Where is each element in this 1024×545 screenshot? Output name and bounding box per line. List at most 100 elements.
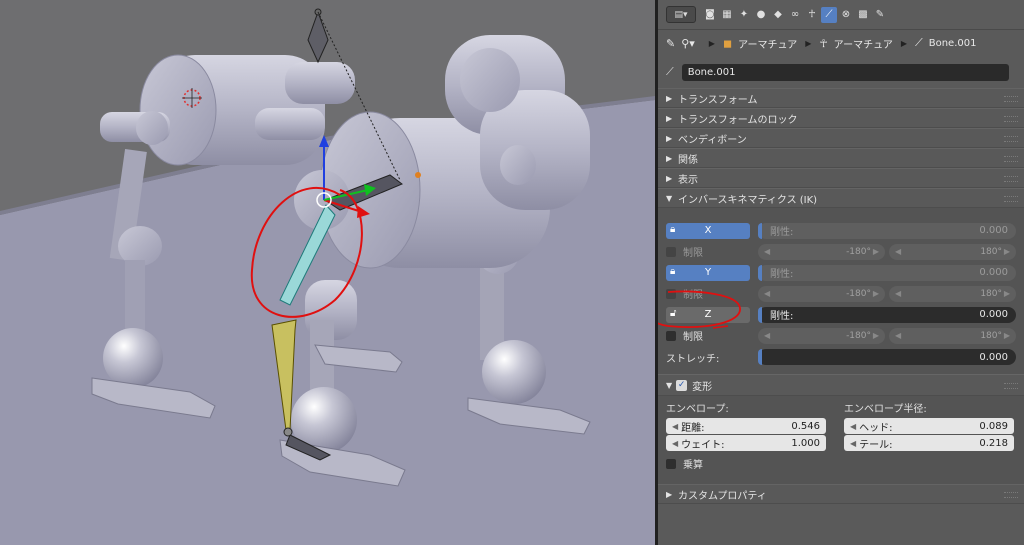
ik-stiffness-x-field[interactable]: 剛性: 0.000 [758,222,1016,239]
armature-object-icon: ⚲▾ [681,36,695,50]
chevron-left-icon: ◀ [764,331,771,340]
ik-stretch-row: ストレッチ: 0.000 [666,346,1016,368]
chevron-left-icon: ◀ [895,331,902,340]
chevron-left-icon: ◀ [672,438,679,448]
collapse-arrow-icon: ▼ [666,193,673,203]
bone-name-field[interactable]: Bone.001 [681,63,1009,81]
section-ik[interactable]: ▼ インバースキネマティクス (IK) [658,188,1024,208]
chevron-left-icon: ◀ [850,421,857,431]
bone-name-row: ⟋ Bone.001 [658,56,1024,88]
multiply-checkbox[interactable] [666,458,676,469]
drag-handle-icon[interactable] [1004,156,1018,162]
ik-stiffness-y-field[interactable]: 剛性: 0.000 [758,264,1016,281]
ik-lock-x-row: 🔒︎ X 剛性: 0.000 [666,220,1016,241]
expand-arrow-icon: ▶ [666,489,673,499]
chevron-left-icon: ◀ [895,247,902,256]
envelope-distance-field[interactable]: ◀ 距離: 0.546 [666,418,826,434]
properties-panel: ▤▾ ◙ ▦ ✦ ● ◆ ∞ ☥ ⟋ ⊗ ▩ ✎ ✎ ⚲▾ ▶ ◼ アーマチュア… [658,0,1024,545]
drag-handle-icon[interactable] [1004,116,1018,122]
layers-tab[interactable]: ▦ [719,7,735,23]
chevron-right-icon: ▶ [1003,289,1010,298]
object-tab[interactable]: ◆ [770,7,786,23]
drag-handle-icon[interactable] [1004,96,1018,102]
section-transform-locks[interactable]: ▶ トランスフォームのロック [658,108,1024,128]
editor-type-icon: ▤▾ [674,9,688,20]
chevron-left-icon: ◀ [764,289,771,298]
armature-data-tab[interactable]: ☥ [804,7,820,23]
expand-arrow-icon: ▶ [666,113,673,123]
world-tab[interactable]: ● [753,7,769,23]
chevron-left-icon: ◀ [895,289,902,298]
editor-type-button[interactable]: ▤▾ [666,6,696,23]
physics-tab[interactable]: ✎ [872,7,888,23]
bone-constraints-tab[interactable]: ⊗ [838,7,854,23]
object-icon: ◆ [774,9,782,20]
ik-lock-x-button[interactable]: 🔒︎ X [666,222,750,239]
object-cube-icon: ◼ [722,36,733,50]
ik-stretch-field[interactable]: 0.000 [758,349,1016,365]
annotation-circle-panel [658,290,741,329]
chevron-left-icon: ◀ [764,247,771,256]
texture-icon: ▩ [858,9,868,20]
ik-limit-x-min-field[interactable]: ◀ -180° ▶ [758,243,885,260]
pin-icon[interactable]: ✎ [666,37,675,50]
scene-tab[interactable]: ✦ [736,7,752,23]
ik-lock-y-button[interactable]: 🔒︎ Y [666,264,750,281]
render-tab[interactable]: ◙ [702,7,718,23]
chevron-right-icon: ▶ [872,289,879,298]
expand-arrow-icon: ▶ [666,153,673,163]
section-custom-properties[interactable]: ▶ カスタムプロパティ [658,484,1024,504]
drag-handle-icon[interactable] [1004,136,1018,142]
breadcrumb-bone: Bone.001 [928,37,977,49]
ik-lock-y-row: 🔒︎ Y 剛性: 0.000 [666,262,1016,283]
ik-limit-x-row: 制限 ◀ -180° ▶ ◀ 180° ▶ [666,241,1016,262]
deform-panel-body: エンベロープ: ◀ 距離: 0.546 ◀ ウェイト: 1.000 エンベロープ… [658,396,1024,484]
ik-limit-z-min-field[interactable]: ◀ -180° ▶ [758,327,885,344]
armature-data-icon: ☥ [808,9,816,20]
ik-stiffness-z-field[interactable]: 剛性: 0.000 [758,306,1016,323]
collapse-arrow-icon: ▼ [666,380,673,390]
drag-handle-icon[interactable] [1004,492,1018,498]
envelope-radius-column: エンベロープ半径: ◀ ヘッド: 0.089 ◀ テール: 0.218 [844,402,1014,452]
viewport-scene[interactable] [0,0,655,545]
checkbox-icon[interactable]: ✓ [676,379,688,391]
armature-data-icon: ☥ [819,36,828,50]
ik-limit-y-max-field[interactable]: ◀ 180° ▶ [889,285,1016,302]
radius-head-field[interactable]: ◀ ヘッド: 0.089 [844,418,1014,434]
drag-handle-icon[interactable] [1004,176,1018,182]
texture-tab[interactable]: ▩ [855,7,871,23]
bone-icon: ⟋ [915,36,923,49]
bone-icon: ⟋ [825,9,833,20]
ik-limit-y-min-field[interactable]: ◀ -180° ▶ [758,285,885,302]
expand-arrow-icon: ▶ [666,93,673,103]
ik-limit-x-max-field[interactable]: ◀ 180° ▶ [889,243,1016,260]
constraints-tab[interactable]: ∞ [787,7,803,23]
section-bendy-bones[interactable]: ▶ ベンディボーン [658,128,1024,148]
section-deform[interactable]: ▼ ✓ 変形 [658,374,1024,396]
scene-icon: ✦ [739,9,749,20]
context-tabs-bar: ▤▾ ◙ ▦ ✦ ● ◆ ∞ ☥ ⟋ ⊗ ▩ ✎ [658,0,1024,30]
bone-tab[interactable]: ⟋ [821,6,837,23]
breadcrumb: ✎ ⚲▾ ▶ ◼ アーマチュア ▶ ☥ アーマチュア ▶ ⟋ Bone.001 [666,36,977,51]
chevron-right-icon: ▶ [872,331,879,340]
chevron-right-icon: ▶ [1003,247,1010,256]
ik-limit-x-checkbox[interactable] [666,246,676,257]
wrench-icon: ✎ [875,9,885,20]
ik-limit-z-max-field[interactable]: ◀ 180° ▶ [889,327,1016,344]
3d-viewport[interactable] [0,0,655,545]
section-transform[interactable]: ▶ トランスフォーム [658,88,1024,108]
layers-icon: ▦ [722,9,732,20]
expand-arrow-icon: ▶ [666,173,673,183]
drag-handle-icon[interactable] [1004,196,1018,202]
lock-icon: 🔒︎ [670,223,676,235]
breadcrumb-armature-object: アーマチュア [738,39,798,51]
section-display[interactable]: ▶ 表示 [658,168,1024,188]
section-relations[interactable]: ▶ 関係 [658,148,1024,168]
drag-handle-icon[interactable] [1004,383,1018,389]
breadcrumb-armature-data: アーマチュア [833,39,893,51]
link-icon: ∞ [790,9,800,20]
radius-tail-field[interactable]: ◀ テール: 0.218 [844,435,1014,451]
envelope-weight-field[interactable]: ◀ ウェイト: 1.000 [666,435,826,451]
chevron-left-icon: ◀ [672,421,679,431]
bone-constraint-icon: ⊗ [841,9,851,20]
